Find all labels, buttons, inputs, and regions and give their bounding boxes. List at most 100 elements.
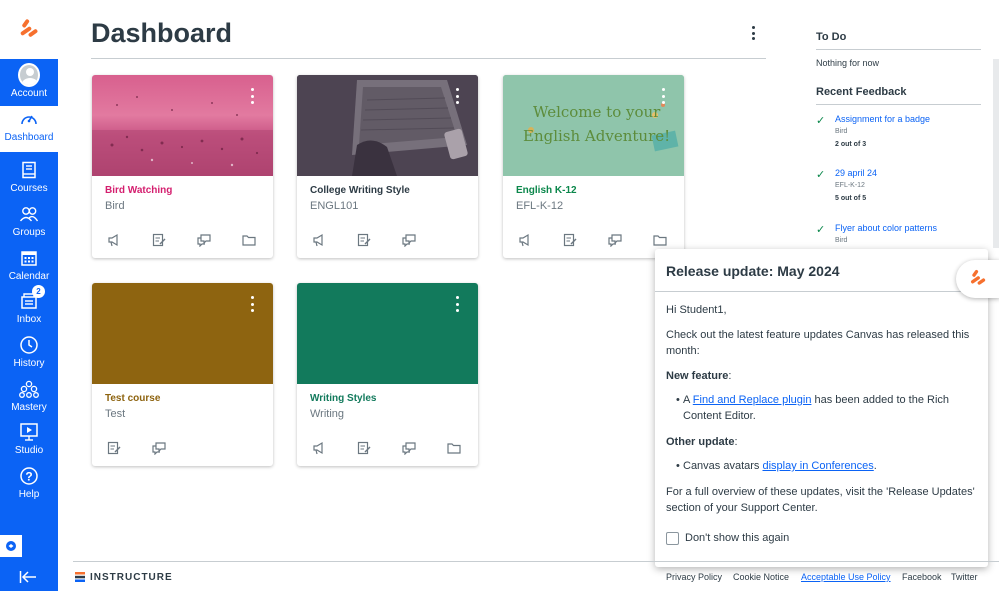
page-scrollbar[interactable] (993, 59, 999, 248)
header-divider (91, 58, 766, 59)
extension-icon (6, 541, 16, 551)
extension-button[interactable] (0, 535, 22, 557)
course-name[interactable]: Test course (105, 393, 160, 404)
feedback-course: Bird (835, 128, 848, 135)
assignment-icon (152, 233, 166, 247)
announcements-button[interactable] (312, 440, 357, 456)
card-options-button[interactable] (456, 88, 460, 104)
canvas-assistant-button[interactable] (956, 260, 999, 298)
discussions-button[interactable] (197, 232, 242, 248)
nav-dashboard[interactable]: Dashboard (0, 106, 58, 152)
dont-show-label[interactable]: Don't show this again (685, 532, 789, 544)
course-card[interactable]: Test course Test (92, 283, 273, 466)
dialog-divider (655, 291, 988, 292)
avatar-icon (18, 63, 40, 87)
nav-help[interactable]: ? Help (0, 463, 58, 507)
course-card[interactable]: Writing Styles Writing (297, 283, 478, 466)
release-update-title: Release update: May 2024 (666, 263, 840, 279)
dont-show-checkbox[interactable] (666, 532, 679, 545)
announcements-button[interactable] (107, 232, 152, 248)
discussion-icon (402, 234, 416, 247)
megaphone-icon (108, 233, 118, 247)
announcements-button[interactable] (312, 232, 357, 248)
new-feature-pre: A (683, 394, 693, 406)
dashboard-icon (18, 108, 40, 130)
assignments-button[interactable] (563, 232, 608, 248)
privacy-policy-link[interactable]: Privacy Policy (666, 572, 722, 582)
course-card[interactable]: Bird Watching Bird (92, 75, 273, 258)
nav-mastery[interactable]: Mastery (0, 376, 58, 420)
discussions-button[interactable] (608, 232, 653, 248)
discussion-icon (608, 234, 622, 247)
nav-account[interactable]: Account (0, 62, 58, 106)
course-card-hero-color[interactable] (297, 283, 478, 384)
course-card-hero-image[interactable] (297, 75, 478, 176)
nav-calendar[interactable]: Calendar (0, 245, 58, 289)
folder-icon (242, 235, 256, 246)
checkmark-icon: ✓ (816, 169, 826, 181)
twitter-link[interactable]: Twitter (951, 572, 978, 582)
course-card-hero-image[interactable] (92, 75, 273, 176)
folder-icon (447, 443, 461, 454)
feedback-title-link[interactable]: 29 april 24 (835, 168, 877, 178)
assignments-button[interactable] (107, 440, 152, 456)
laptop-image (297, 75, 478, 176)
release-update-dialog: Release update: May 2024 Hi Student1, Ch… (655, 249, 988, 567)
course-code: Bird (105, 200, 125, 212)
announcements-button[interactable] (518, 232, 563, 248)
feedback-score: 2 out of 3 (835, 141, 867, 148)
nav-groups[interactable]: Groups (0, 201, 58, 245)
course-card-hero-image[interactable]: Welcome to your English Adventure! (503, 75, 684, 176)
nav-inbox[interactable]: 2 Inbox (0, 285, 58, 332)
feedback-course: Bird (835, 237, 848, 244)
new-feature-item: A Find and Replace plugin has been added… (683, 392, 973, 424)
feedback-title-link[interactable]: Flyer about color patterns (835, 223, 937, 233)
canvas-logo-icon (970, 269, 986, 285)
discussion-icon (402, 442, 416, 455)
files-button[interactable] (447, 440, 478, 456)
course-name[interactable]: English K-12 (516, 185, 577, 196)
card-options-button[interactable] (251, 296, 255, 312)
instructure-logo[interactable]: INSTRUCTURE (74, 571, 173, 583)
nav-courses[interactable]: Courses (0, 157, 58, 201)
feedback-title-link[interactable]: Assignment for a badge (835, 114, 930, 124)
cookie-notice-link[interactable]: Cookie Notice (733, 572, 789, 582)
card-options-button[interactable] (662, 88, 666, 104)
files-button[interactable] (653, 232, 684, 248)
files-button[interactable] (242, 232, 273, 248)
card-options-button[interactable] (251, 88, 255, 104)
feedback-score: 5 out of 5 (835, 195, 867, 202)
discussions-button[interactable] (402, 232, 447, 248)
card-actions (107, 232, 273, 248)
course-name[interactable]: College Writing Style (310, 185, 410, 196)
find-replace-link[interactable]: Find and Replace plugin (693, 394, 812, 406)
assignments-button[interactable] (152, 232, 197, 248)
canvas-logo[interactable] (0, 0, 58, 59)
acceptable-use-link[interactable]: Acceptable Use Policy (801, 572, 891, 582)
inbox-unread-badge: 2 (32, 285, 45, 298)
course-name[interactable]: Bird Watching (105, 185, 172, 196)
todo-empty-text: Nothing for now (816, 58, 880, 68)
assignments-button[interactable] (357, 232, 402, 248)
nav-mastery-label: Mastery (11, 402, 47, 413)
course-card[interactable]: College Writing Style ENGL101 (297, 75, 478, 258)
discussions-button[interactable] (152, 440, 197, 456)
discussions-button[interactable] (402, 440, 447, 456)
welcome-text-line2: English Adventure! (523, 127, 671, 145)
conferences-link[interactable]: display in Conferences (762, 460, 873, 472)
greeting-text: Hi Student1, (666, 304, 727, 316)
course-name[interactable]: Writing Styles (310, 393, 377, 404)
card-options-button[interactable] (456, 296, 460, 312)
nav-studio[interactable]: Studio (0, 419, 58, 463)
course-card-hero-color[interactable] (92, 283, 273, 384)
facebook-link[interactable]: Facebook (902, 572, 942, 582)
page-title: Dashboard (91, 18, 233, 48)
nav-history[interactable]: History (0, 332, 58, 376)
overview-text: For a full overview of these updates, vi… (666, 486, 975, 514)
course-code: ENGL101 (310, 200, 359, 212)
other-pre: Canvas avatars (683, 460, 763, 472)
course-card[interactable]: Welcome to your English Adventure! Engli… (503, 75, 684, 258)
collapse-nav-button[interactable] (17, 568, 39, 586)
dashboard-options-button[interactable] (746, 24, 760, 42)
assignments-button[interactable] (357, 440, 402, 456)
